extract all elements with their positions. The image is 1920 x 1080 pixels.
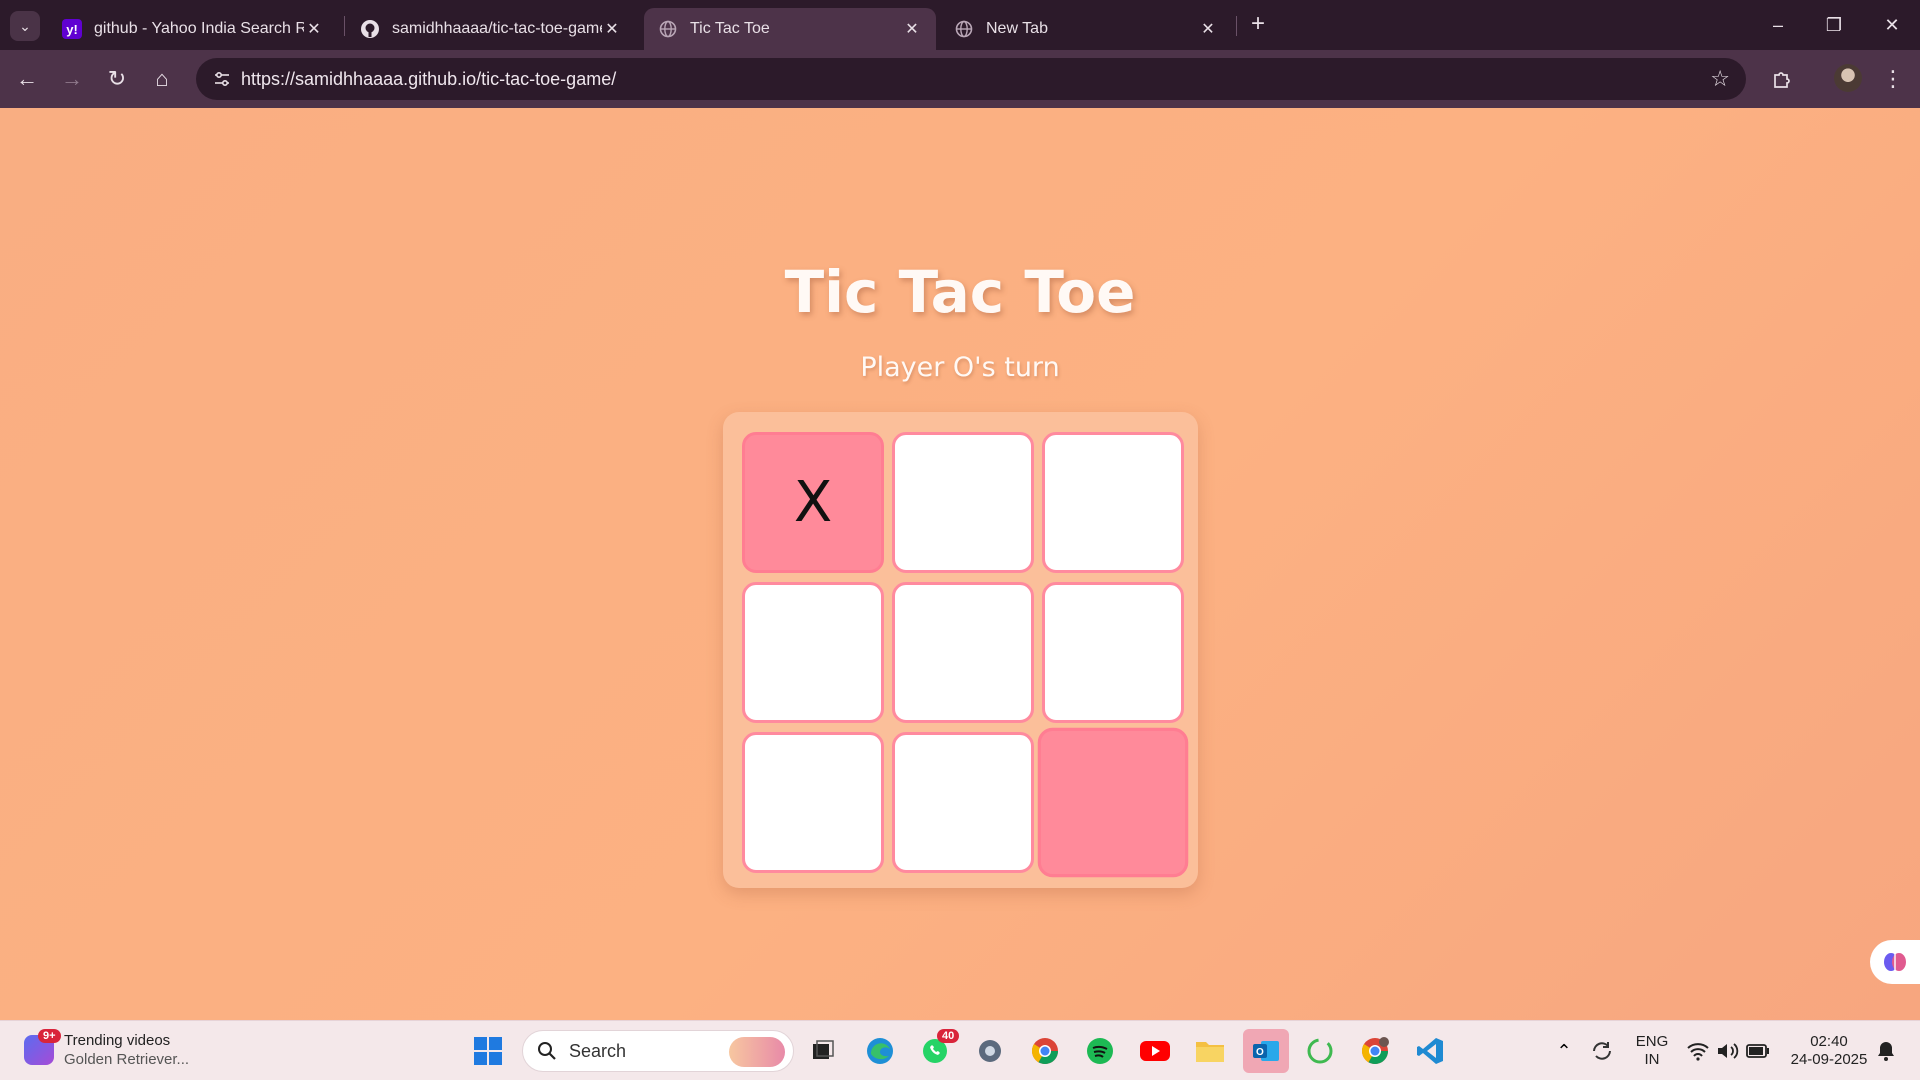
address-bar[interactable]: https://samidhhaaaa.github.io/tic-tac-to…	[196, 58, 1746, 100]
page-content: Tic Tac Toe Player O's turn X	[0, 108, 1920, 1020]
widgets-button[interactable]: 9+ Trending videos Golden Retriever...	[24, 1029, 190, 1069]
clock[interactable]: 02:40 24-09-2025	[1784, 1033, 1874, 1069]
board-cell-8[interactable]	[892, 732, 1034, 873]
board-cell-3[interactable]	[1042, 432, 1184, 573]
language-indicator[interactable]: ENG IN	[1630, 1033, 1674, 1069]
language-code: ENG	[1635, 1033, 1669, 1050]
chevron-down-icon: ⌄	[19, 17, 31, 34]
search-highlight-image	[729, 1037, 785, 1067]
close-icon[interactable]: ✕	[1198, 19, 1218, 39]
svg-text:O: O	[1256, 1047, 1264, 1058]
tab-divider	[344, 16, 345, 36]
refresh-app-icon[interactable]	[1302, 1033, 1338, 1069]
yahoo-icon: y!	[62, 19, 82, 39]
browser-toolbar: ← → ↻ ⌂ https://samidhhaaaa.github.io/ti…	[0, 50, 1920, 108]
reload-icon[interactable]: ↻	[102, 64, 132, 94]
widget-title: Trending videos	[64, 1032, 171, 1049]
battery-icon[interactable]	[1740, 1033, 1776, 1069]
tab-title: samidhhaaaa/tic-tac-toe-game	[392, 20, 602, 37]
youtube-icon[interactable]	[1137, 1033, 1173, 1069]
notification-bell-icon[interactable]	[1868, 1033, 1904, 1069]
whatsapp-badge: 40	[937, 1029, 960, 1043]
clock-date: 24-09-2025	[1790, 1051, 1868, 1068]
widgets-icon: 9+	[24, 1029, 61, 1065]
globe-icon	[658, 19, 678, 39]
board-cell-1[interactable]: X	[742, 432, 884, 573]
site-settings-icon[interactable]	[212, 69, 232, 89]
restore-icon[interactable]: ❐	[1814, 10, 1854, 40]
widget-subtitle: Golden Retriever...	[64, 1051, 190, 1068]
tab-title: github - Yahoo India Search Res	[94, 20, 304, 37]
file-explorer-icon[interactable]	[1192, 1033, 1228, 1069]
tab-title: Tic Tac Toe	[690, 20, 770, 37]
url-text[interactable]: https://samidhhaaaa.github.io/tic-tac-to…	[241, 69, 616, 90]
brain-extension-icon[interactable]	[1870, 940, 1920, 984]
minimize-icon[interactable]: –	[1758, 10, 1798, 40]
search-label: Search	[569, 1040, 627, 1061]
new-tab-plus-icon[interactable]: +	[1245, 12, 1271, 38]
globe-icon	[954, 19, 974, 39]
bookmark-star-icon[interactable]: ☆	[1710, 66, 1730, 92]
close-icon[interactable]: ✕	[902, 19, 922, 39]
game-board: X	[723, 412, 1198, 888]
whatsapp-icon[interactable]: 40	[917, 1029, 960, 1069]
show-hidden-icons-chevron-icon[interactable]: ⌃	[1546, 1033, 1582, 1069]
vscode-icon[interactable]	[1412, 1033, 1448, 1069]
settings-icon[interactable]	[972, 1033, 1008, 1069]
more-menu-icon[interactable]: ⋮	[1878, 64, 1908, 94]
home-icon[interactable]: ⌂	[147, 64, 177, 94]
board-cell-7[interactable]	[742, 732, 884, 873]
chrome-profile-icon[interactable]	[1357, 1033, 1393, 1069]
spotify-icon[interactable]	[1082, 1033, 1118, 1069]
board-cell-5[interactable]	[892, 582, 1034, 723]
tab-divider	[1236, 16, 1237, 36]
profile-avatar[interactable]	[1834, 64, 1862, 92]
widget-badge: 9+	[38, 1029, 61, 1043]
windows-start-icon[interactable]	[470, 1033, 506, 1069]
window-close-icon[interactable]: ✕	[1872, 10, 1912, 40]
turn-status: Player O's turn	[860, 352, 1060, 383]
extensions-puzzle-icon[interactable]	[1767, 64, 1797, 94]
region-code: IN	[1644, 1051, 1660, 1068]
outlook-icon[interactable]: O	[1243, 1029, 1289, 1073]
edge-icon[interactable]	[862, 1033, 898, 1069]
tab-yahoo[interactable]: y! github - Yahoo India Search Res ✕	[48, 8, 338, 50]
search-icon	[538, 1042, 556, 1060]
github-icon	[360, 19, 380, 39]
tab-search-button[interactable]: ⌄	[10, 11, 40, 41]
board-cell-9[interactable]	[1037, 727, 1189, 878]
close-icon[interactable]: ✕	[602, 19, 622, 39]
tab-new-tab[interactable]: New Tab ✕	[940, 8, 1232, 50]
back-arrow-icon[interactable]: ←	[12, 64, 42, 94]
close-icon[interactable]: ✕	[304, 19, 324, 39]
clock-time: 02:40	[1810, 1033, 1848, 1050]
tab-tic-tac-toe[interactable]: Tic Tac Toe ✕	[644, 8, 936, 50]
tab-github[interactable]: samidhhaaaa/tic-tac-toe-game ✕	[346, 8, 636, 50]
forward-arrow-icon[interactable]: →	[57, 64, 87, 94]
tab-title: New Tab	[986, 20, 1048, 37]
chrome-icon[interactable]	[1027, 1033, 1063, 1069]
board-cell-2[interactable]	[892, 432, 1034, 573]
task-view-icon[interactable]	[805, 1033, 841, 1069]
sync-icon[interactable]	[1584, 1033, 1620, 1069]
windows-taskbar: 9+ Trending videos Golden Retriever... S…	[0, 1020, 1920, 1080]
board-cell-4[interactable]	[742, 582, 884, 723]
taskbar-search-box[interactable]: Search	[522, 1030, 794, 1072]
browser-titlebar: ⌄ y! github - Yahoo India Search Res ✕ s…	[0, 0, 1920, 50]
board-cell-6[interactable]	[1042, 582, 1184, 723]
game-title: Tic Tac Toe	[784, 258, 1136, 326]
